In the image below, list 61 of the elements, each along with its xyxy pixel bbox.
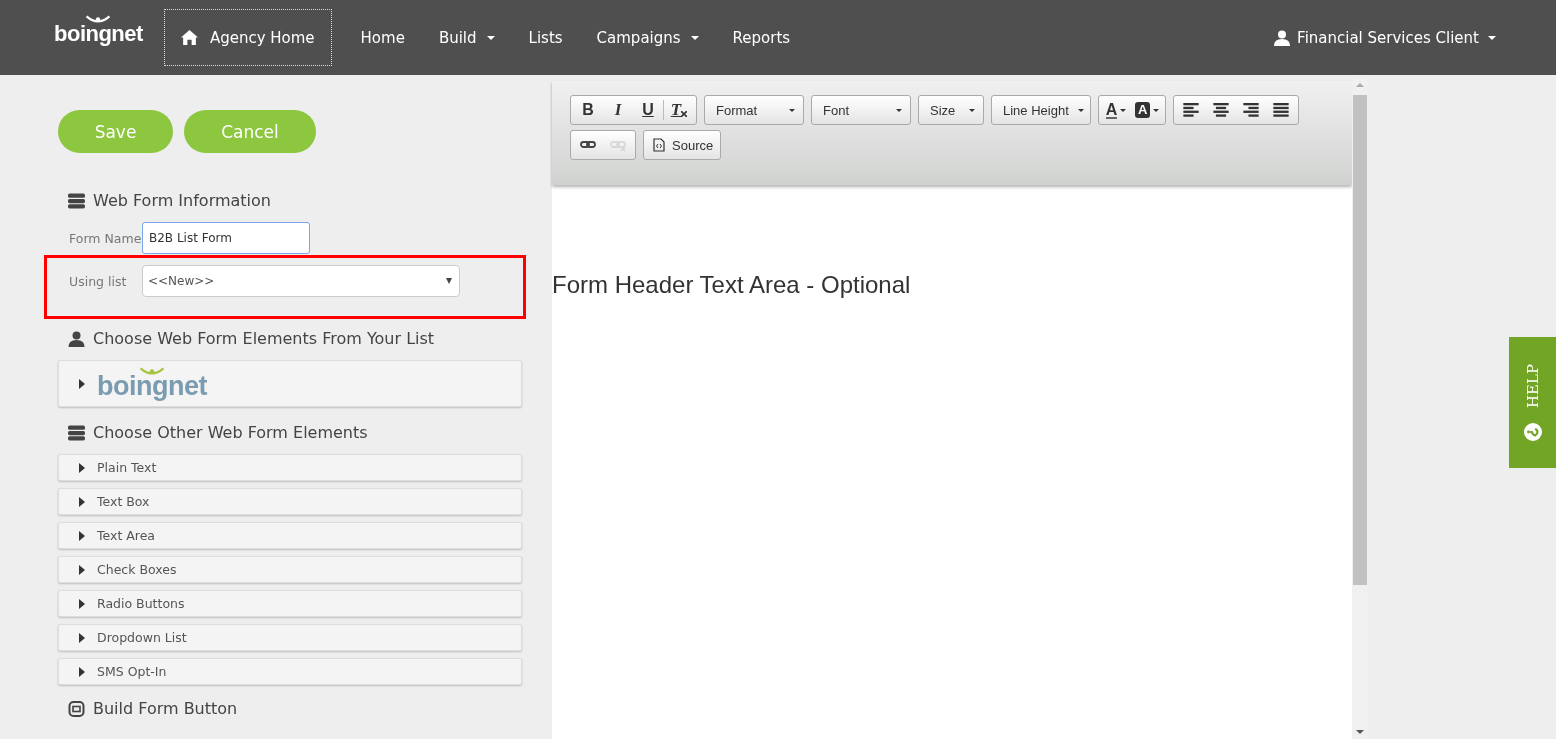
form-name-input[interactable]: B2B List Form <box>142 222 310 254</box>
accordion-item[interactable]: Dropdown List <box>58 624 522 651</box>
accordion-item[interactable]: SMS Opt-In <box>58 658 522 685</box>
source-button[interactable]: Source <box>643 130 722 160</box>
accordion-item[interactable]: Text Area <box>58 522 522 549</box>
user-menu[interactable]: Financial Services Client <box>1274 28 1496 47</box>
align-right-icon <box>1243 103 1260 117</box>
expand-arrow-icon <box>79 378 85 389</box>
text-color-button[interactable]: A <box>1101 96 1131 124</box>
brand-logo: boingnet <box>97 366 207 401</box>
toolbar-dropdown[interactable]: Line Height <box>991 95 1091 125</box>
accordion-item[interactable]: Text Box <box>58 488 522 515</box>
align-left-icon <box>1183 103 1200 117</box>
expand-arrow-icon <box>79 598 85 609</box>
user-icon <box>68 330 85 347</box>
toolbar-dropdown[interactable]: Font <box>811 95 911 125</box>
expand-arrow-icon <box>79 462 85 473</box>
bold-button[interactable]: B <box>573 96 603 124</box>
server-stack-icon <box>68 424 85 441</box>
toolbar-dropdown[interactable]: Size <box>918 95 984 125</box>
expand-arrow-icon <box>79 530 85 541</box>
nav-link[interactable]: Campaigns <box>579 9 716 66</box>
nav-link[interactable]: Agency Home <box>163 9 332 66</box>
section-title: Build Form Button <box>93 699 238 718</box>
expand-arrow-icon <box>79 564 85 575</box>
field-label: Using list <box>69 273 128 289</box>
home-icon <box>180 30 198 45</box>
caret-icon <box>486 35 495 40</box>
caret-icon <box>690 35 699 40</box>
expand-arrow-icon <box>79 632 85 643</box>
dropdown-arrow-icon <box>446 278 452 284</box>
broken-link-icon <box>610 138 626 152</box>
italic-button[interactable]: I <box>603 96 633 124</box>
server-stack-icon <box>68 192 85 209</box>
clear-button[interactable]: T <box>664 96 694 124</box>
nav-link[interactable]: Reports <box>715 9 808 66</box>
accordion-item[interactable]: Plain Text <box>58 454 522 481</box>
nav-link[interactable]: Build <box>421 9 512 66</box>
list-dropdown[interactable]: <<New>> <box>142 265 460 297</box>
nav-link[interactable]: Lists <box>511 9 580 66</box>
accordion-item[interactable]: Check Boxes <box>58 556 522 583</box>
caret-icon <box>1488 35 1496 40</box>
brand-logo[interactable]: boingnet <box>54 14 143 47</box>
align-center-icon <box>1213 103 1230 117</box>
section-title: Choose Web Form Elements From Your List <box>93 329 435 348</box>
section-title: Web Form Information <box>93 191 271 210</box>
x-mark-icon <box>681 111 688 117</box>
underline-button[interactable]: U <box>633 96 663 124</box>
bg-color-button[interactable]: A <box>1131 96 1164 124</box>
toolbar-dropdown[interactable]: Format <box>704 95 804 125</box>
expand-arrow-icon <box>79 496 85 507</box>
accordion-item[interactable]: Radio Buttons <box>58 590 522 617</box>
justify-icon <box>1273 103 1290 117</box>
nav-link[interactable]: Home <box>343 9 422 66</box>
code-file-icon <box>651 138 667 152</box>
header-text: Form Header Text Area - Optional <box>552 271 912 299</box>
button-icon <box>68 700 85 717</box>
expand-arrow-icon <box>79 666 85 677</box>
user-icon <box>1274 29 1291 46</box>
section-title: Choose Other Web Form Elements <box>93 423 368 442</box>
field-label: Form Name <box>69 230 142 246</box>
